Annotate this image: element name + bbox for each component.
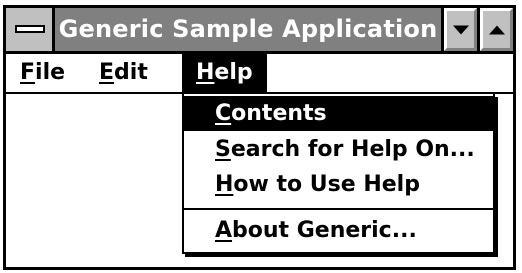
menu-edit[interactable]: Edit bbox=[88, 54, 159, 92]
menu-file-accelerator: F bbox=[20, 60, 36, 85]
menu-item-search-for-help[interactable]: Search for Help On... bbox=[184, 132, 493, 167]
menu-file-label: ile bbox=[35, 60, 66, 85]
menu-item-how-to-use-help[interactable]: How to Use Help bbox=[184, 167, 493, 202]
window-title: Generic Sample Application bbox=[58, 15, 438, 43]
help-dropdown-menu: Contents Search for Help On... How to Us… bbox=[182, 94, 495, 254]
menu-item-search-label: earch for Help On... bbox=[230, 137, 475, 162]
minimize-button[interactable] bbox=[441, 8, 477, 51]
minimize-arrow-down-icon bbox=[452, 25, 469, 34]
menu-edit-accelerator: E bbox=[99, 60, 115, 85]
menu-item-contents[interactable]: Contents bbox=[184, 96, 493, 131]
menu-edit-label: dit bbox=[114, 60, 148, 85]
maximize-arrow-up-icon bbox=[488, 25, 505, 34]
application-window: Generic Sample Application File Edit Hel… bbox=[3, 5, 516, 270]
menu-item-search-accelerator: S bbox=[215, 137, 231, 162]
menu-bar: File Edit Help bbox=[6, 54, 513, 94]
maximize-button[interactable] bbox=[477, 8, 513, 51]
menu-item-contents-accelerator: C bbox=[215, 101, 232, 126]
system-menu-button[interactable] bbox=[6, 8, 55, 51]
title-bar[interactable]: Generic Sample Application bbox=[6, 8, 513, 54]
menu-item-contents-label: ontents bbox=[231, 101, 327, 126]
menu-separator bbox=[184, 208, 493, 210]
menu-item-about-accelerator: A bbox=[215, 218, 233, 243]
menu-item-about-label: bout Generic... bbox=[232, 218, 417, 243]
menu-item-how-to-label: ow to Use Help bbox=[233, 172, 420, 197]
menu-file[interactable]: File bbox=[9, 54, 76, 92]
menu-help-accelerator: H bbox=[196, 60, 215, 85]
menu-item-about-generic[interactable]: About Generic... bbox=[184, 213, 493, 248]
menu-help[interactable]: Help bbox=[182, 54, 267, 92]
system-menu-icon bbox=[15, 25, 45, 33]
menu-help-label: elp bbox=[214, 60, 253, 85]
menu-item-how-to-accelerator: H bbox=[215, 172, 234, 197]
